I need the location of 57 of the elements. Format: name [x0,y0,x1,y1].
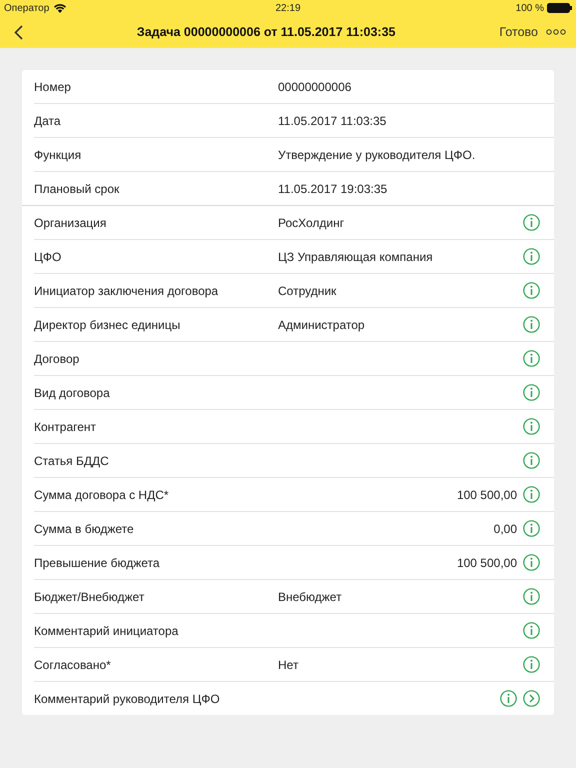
info-icon[interactable] [523,350,540,367]
status-time: 22:19 [275,2,301,14]
field-label: Сумма договора с НДС* [34,488,170,502]
info-icon[interactable] [500,690,517,707]
done-button[interactable]: Готово [499,25,538,39]
battery-percent: 100 % [516,2,544,14]
info-icon[interactable] [523,486,540,503]
field-value: 11.05.2017 19:03:35 [278,182,388,196]
info-icon[interactable] [523,384,540,401]
field-label: Комментарий руководителя ЦФО [34,692,221,706]
info-icon[interactable] [523,656,540,673]
field-value: Внебюджет [278,590,343,604]
battery-icon [547,3,572,13]
info-icon[interactable] [523,248,540,265]
info-icon[interactable] [523,452,540,469]
info-icon[interactable] [523,316,540,333]
field-value: ЦЗ Управляющая компания [278,250,434,264]
field-value: Нет [278,658,300,672]
field-label: Вид договора [34,386,111,400]
field-label: Номер [34,80,72,94]
field-value: 100 500,00 [456,488,517,502]
field-label: Договор [34,352,80,366]
field-label: Функция [34,148,82,162]
field-label: ЦФО [34,250,62,264]
info-icon[interactable] [523,418,540,435]
info-icon[interactable] [523,622,540,639]
info-icon[interactable] [523,214,540,231]
field-label: Статья БДДС [34,454,110,468]
back-icon[interactable] [14,24,23,40]
info-icon[interactable] [523,554,540,571]
field-label: Бюджет/Внебюджет [34,590,146,604]
info-icon[interactable] [523,520,540,537]
wifi-icon [54,4,66,12]
field-value: Сотрудник [278,284,338,298]
field-value: РосХолдинг [278,216,346,230]
field-label: Директор бизнес единицы [34,318,182,332]
window-title: Задача 00000000006 от 11.05.2017 11:03:35 [136,25,396,39]
field-value: 100 500,00 [456,556,517,570]
more-icon[interactable] [546,29,566,35]
field-value: 0,00 [492,522,517,536]
info-icon[interactable] [523,282,540,299]
field-label: Превышение бюджета [34,556,161,570]
field-label: Организация [34,216,108,230]
field-label: Комментарий инициатора [34,624,180,638]
field-label: Сумма в бюджете [34,522,135,536]
field-label: Инициатор заключения договора [34,284,220,298]
chevron-icon[interactable] [523,690,540,707]
field-value: Администратор [278,318,366,332]
field-value: 00000000006 [278,80,352,94]
field-label: Согласовано* [34,658,112,672]
carrier-name: Оператор [4,2,50,14]
field-label: Дата [34,114,62,128]
field-value: Утверждение у руководителя ЦФО. [278,148,476,162]
info-icon[interactable] [523,588,540,605]
field-label: Плановый срок [34,182,120,196]
field-value: 11.05.2017 11:03:35 [278,114,388,128]
field-label: Контрагент [34,420,98,434]
